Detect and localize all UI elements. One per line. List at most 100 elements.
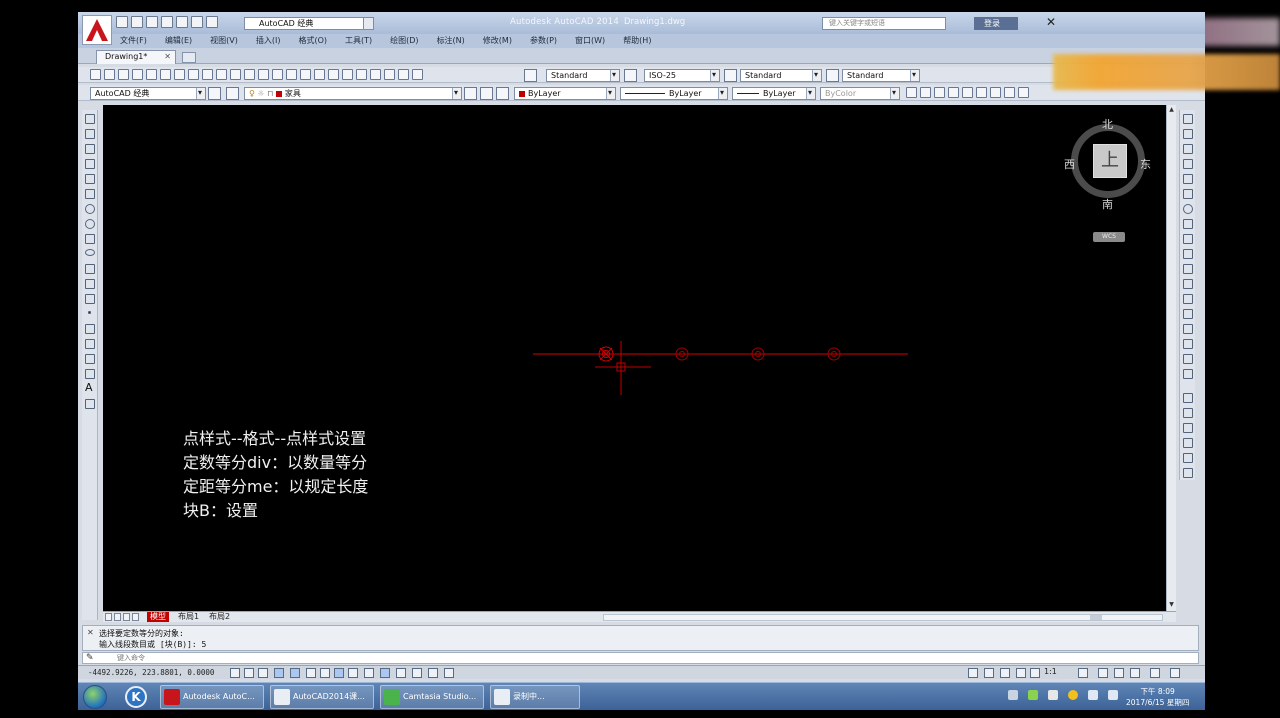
k-app-icon[interactable]: K bbox=[125, 686, 147, 708]
coordinate-readout[interactable]: -4492.9226, 223.8801, 0.0000 bbox=[88, 668, 214, 677]
open-icon[interactable] bbox=[104, 69, 115, 80]
polar-tracking-icon[interactable] bbox=[290, 668, 300, 678]
otrack-icon[interactable] bbox=[334, 668, 344, 678]
chevron-down-icon[interactable] bbox=[718, 88, 727, 99]
command-input[interactable]: ✎ 键入命令 bbox=[82, 652, 1199, 664]
annotation-scale[interactable]: 1:1 bbox=[1044, 667, 1057, 676]
dynamic-input-icon[interactable] bbox=[364, 668, 374, 678]
ducs-icon[interactable] bbox=[348, 668, 358, 678]
tool-palettes-icon[interactable] bbox=[356, 69, 367, 80]
chevron-down-icon[interactable] bbox=[910, 70, 919, 81]
table-icon[interactable] bbox=[85, 369, 95, 379]
save-icon[interactable] bbox=[146, 16, 158, 28]
pan-icon[interactable] bbox=[1016, 668, 1026, 678]
point-icon[interactable] bbox=[88, 311, 91, 314]
object-snap-icon[interactable] bbox=[306, 668, 316, 678]
diameter-icon[interactable] bbox=[990, 87, 1001, 98]
horizontal-scrollbar[interactable] bbox=[603, 614, 1163, 621]
dim-style-select[interactable]: ISO-25 bbox=[644, 69, 720, 82]
annotation-visibility-icon[interactable] bbox=[1078, 668, 1088, 678]
edit-polyline-icon[interactable] bbox=[1183, 369, 1193, 379]
line-icon[interactable] bbox=[85, 114, 95, 124]
close-icon[interactable]: ✕ bbox=[87, 628, 94, 637]
rectangle-icon[interactable] bbox=[85, 174, 95, 184]
polygon-icon[interactable] bbox=[85, 159, 95, 169]
infer-constraints-icon[interactable] bbox=[230, 668, 240, 678]
quick-view-layouts-icon[interactable] bbox=[984, 668, 994, 678]
grid-display-icon[interactable] bbox=[258, 668, 268, 678]
redo-icon[interactable] bbox=[258, 69, 269, 80]
plot-icon[interactable] bbox=[132, 69, 143, 80]
jogged-icon[interactable] bbox=[976, 87, 987, 98]
construction-line-icon[interactable] bbox=[85, 129, 95, 139]
zoom-realtime-icon[interactable] bbox=[286, 69, 297, 80]
layer-previous-icon[interactable] bbox=[480, 87, 493, 100]
autocad-logo-icon[interactable] bbox=[82, 15, 112, 45]
plotstyle-select[interactable]: ByColor bbox=[820, 87, 900, 100]
workspace-select[interactable]: AutoCAD 经典 bbox=[244, 17, 374, 30]
menu-view[interactable]: 视图(V) bbox=[210, 34, 238, 48]
workspace-settings-icon[interactable] bbox=[208, 87, 221, 100]
quick-dim-icon[interactable] bbox=[1018, 87, 1029, 98]
menu-help[interactable]: 帮助(H) bbox=[623, 34, 651, 48]
undo-icon[interactable] bbox=[244, 69, 255, 80]
circle-icon[interactable] bbox=[85, 204, 95, 214]
clean-screen-icon[interactable] bbox=[1170, 668, 1180, 678]
menu-file[interactable]: 文件(F) bbox=[120, 34, 147, 48]
viewcube[interactable]: 上 北 南 东 西 bbox=[1064, 118, 1151, 211]
region-icon[interactable] bbox=[85, 354, 95, 364]
pan-icon[interactable] bbox=[272, 69, 283, 80]
undo-icon[interactable] bbox=[191, 16, 203, 28]
linear-dim-icon[interactable] bbox=[906, 87, 917, 98]
fillet-icon[interactable] bbox=[1183, 324, 1193, 334]
copy-icon[interactable] bbox=[188, 69, 199, 80]
aligned-dim-icon[interactable] bbox=[920, 87, 931, 98]
text-style-select[interactable]: Standard bbox=[546, 69, 620, 82]
taskbar-item-autocad[interactable]: Autodesk AutoC... bbox=[160, 685, 264, 709]
doc-tab-drawing1[interactable]: Drawing1* ✕ bbox=[96, 50, 176, 64]
new-icon[interactable] bbox=[116, 16, 128, 28]
erase-icon[interactable] bbox=[1183, 114, 1193, 124]
taskbar-item-recording[interactable]: 录制中... bbox=[490, 685, 580, 709]
viewcube-top-face[interactable]: 上 bbox=[1093, 144, 1127, 178]
menu-parametric[interactable]: 参数(P) bbox=[530, 34, 557, 48]
quick-view-drawings-icon[interactable] bbox=[1000, 668, 1010, 678]
insert-block-icon[interactable] bbox=[85, 279, 95, 289]
paste-icon[interactable] bbox=[202, 69, 213, 80]
drawing-canvas[interactable]: 点样式--格式--点样式设置 定数等分div：以数量等分 定距等分me：以规定长… bbox=[103, 105, 1166, 611]
bring-above-icon[interactable] bbox=[1183, 438, 1193, 448]
table-style-icon[interactable] bbox=[724, 69, 737, 82]
spline-icon[interactable] bbox=[85, 234, 95, 244]
search-input[interactable]: 键入关键字或短语 bbox=[822, 17, 946, 30]
text-style-icon[interactable] bbox=[524, 69, 537, 82]
text-front-icon[interactable] bbox=[1183, 468, 1193, 478]
radius-icon[interactable] bbox=[962, 87, 973, 98]
scroll-up-icon[interactable]: ▲ bbox=[1168, 106, 1175, 114]
color-select[interactable]: ByLayer bbox=[514, 87, 616, 100]
show-hidden-icon[interactable] bbox=[1048, 690, 1058, 700]
scale-icon[interactable] bbox=[1183, 219, 1193, 229]
make-block-icon[interactable] bbox=[85, 294, 95, 304]
rotate-icon[interactable] bbox=[1183, 204, 1193, 214]
menu-dimension[interactable]: 标注(N) bbox=[437, 34, 465, 48]
menu-format[interactable]: 格式(O) bbox=[298, 34, 327, 48]
first-layout-icon[interactable] bbox=[105, 613, 112, 621]
design-center-icon[interactable] bbox=[342, 69, 353, 80]
ellipse-arc-icon[interactable] bbox=[85, 264, 95, 274]
multileader-style-select[interactable]: Standard bbox=[842, 69, 920, 82]
save-as-icon[interactable] bbox=[161, 16, 173, 28]
chevron-down-icon[interactable] bbox=[812, 70, 821, 81]
next-layout-icon[interactable] bbox=[123, 613, 130, 621]
copy-object-icon[interactable] bbox=[1183, 129, 1193, 139]
trim-icon[interactable] bbox=[1183, 249, 1193, 259]
system-clock[interactable]: 下午 8:09 2017/6/15 星期四 bbox=[1126, 686, 1189, 708]
publish-icon[interactable] bbox=[160, 69, 171, 80]
lineweight-display-icon[interactable] bbox=[380, 668, 390, 678]
network-icon[interactable] bbox=[1088, 690, 1098, 700]
break-icon[interactable] bbox=[1183, 279, 1193, 289]
zoom-previous-icon[interactable] bbox=[314, 69, 325, 80]
multileader-style-icon[interactable] bbox=[826, 69, 839, 82]
keyboard-icon[interactable] bbox=[1008, 690, 1018, 700]
cut-icon[interactable] bbox=[174, 69, 185, 80]
lock-ui-icon[interactable] bbox=[1114, 668, 1124, 678]
